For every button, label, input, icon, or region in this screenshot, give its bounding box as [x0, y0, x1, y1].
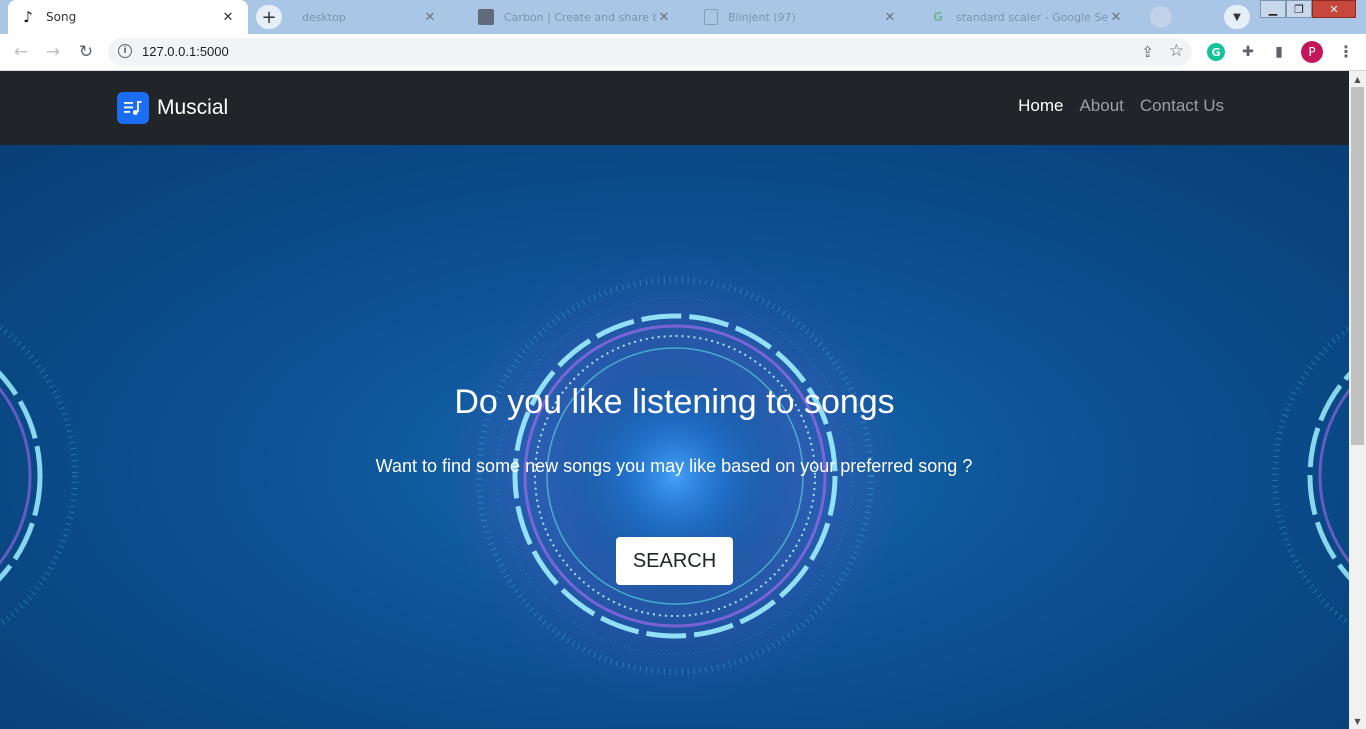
- tab-search-chevron-icon[interactable]: ▼: [1224, 5, 1250, 29]
- new-tab-button[interactable]: +: [256, 5, 282, 29]
- side-panel-icon[interactable]: ▮: [1270, 43, 1288, 61]
- page-scrollbar[interactable]: ▲ ▼: [1349, 71, 1366, 729]
- address-bar[interactable]: i 127.0.0.1:5000 ⇪ ☆: [108, 38, 1192, 66]
- tab-title: standard scaler - Google Sea...: [956, 10, 1108, 24]
- close-icon[interactable]: ✕: [656, 10, 672, 25]
- restore-icon[interactable]: ❐: [1286, 0, 1312, 18]
- tab-desktop[interactable]: desktop ✕: [290, 0, 450, 34]
- tab-title: Blinjent (97): [728, 10, 796, 24]
- page-icon: [704, 9, 718, 25]
- tab-title: Song: [46, 10, 77, 24]
- nav-home-link[interactable]: Home: [1018, 96, 1063, 116]
- browser-toolbar: ← → ↻ i 127.0.0.1:5000 ⇪ ☆ G ✚ ▮ P ⋮: [0, 34, 1366, 71]
- close-icon[interactable]: ✕: [1108, 10, 1124, 25]
- window-close-icon[interactable]: ✕: [1312, 0, 1356, 18]
- nav-contact-link[interactable]: Contact Us: [1140, 96, 1224, 116]
- hero-section: Do you like listening to songs Want to f…: [0, 145, 1349, 729]
- bookmark-star-icon[interactable]: ☆: [1169, 41, 1184, 61]
- browser-tab-strip: ♪ Song ✕ + desktop ✕ Carbon | Create and…: [0, 0, 1366, 34]
- playlist-music-icon: [117, 92, 149, 124]
- scrollbar-thumb[interactable]: [1351, 87, 1364, 445]
- music-note-icon: ♪: [23, 8, 33, 26]
- tab-google-search[interactable]: G standard scaler - Google Sea... ✕: [918, 0, 1136, 34]
- share-icon[interactable]: ⇪: [1141, 43, 1154, 61]
- brand[interactable]: Muscial: [117, 92, 228, 124]
- tab-song[interactable]: ♪ Song ✕: [8, 0, 248, 34]
- grammarly-extension-icon[interactable]: G: [1207, 43, 1225, 61]
- search-button[interactable]: SEARCH: [616, 537, 733, 585]
- nav-links: Home About Contact Us: [1018, 96, 1224, 116]
- site-navbar: Muscial Home About Contact Us: [0, 71, 1349, 145]
- extensions-puzzle-icon[interactable]: ✚: [1239, 43, 1257, 61]
- tab-carbon[interactable]: Carbon | Create and share be... ✕: [466, 0, 684, 34]
- site-info-icon[interactable]: i: [118, 44, 132, 58]
- hero-background-art: [0, 246, 1349, 706]
- tab-blinjent[interactable]: Blinjent (97) ✕: [692, 0, 910, 34]
- back-arrow-icon[interactable]: ←: [10, 41, 32, 63]
- address-url[interactable]: 127.0.0.1:5000: [142, 44, 229, 59]
- close-icon[interactable]: ✕: [882, 10, 898, 25]
- close-icon[interactable]: ✕: [220, 10, 236, 25]
- hero-subtitle: Want to find some new songs you may like…: [375, 456, 973, 476]
- forward-arrow-icon[interactable]: →: [42, 41, 64, 63]
- scroll-down-arrow-icon[interactable]: ▼: [1349, 713, 1366, 729]
- google-icon: G: [933, 10, 943, 24]
- browser-menu-icon[interactable]: ⋮: [1338, 42, 1354, 61]
- close-icon[interactable]: ✕: [422, 10, 438, 25]
- tab-title: desktop: [302, 10, 346, 24]
- brand-name: Muscial: [157, 96, 229, 119]
- carbon-icon: [478, 9, 494, 25]
- profile-avatar[interactable]: P: [1301, 41, 1323, 63]
- window-controls: ▁ ❐ ✕: [1260, 0, 1356, 18]
- hero-title: Do you like listening to songs: [454, 383, 895, 421]
- scroll-up-arrow-icon[interactable]: ▲: [1349, 71, 1366, 87]
- page-viewport: Muscial Home About Contact Us Do you lik…: [0, 71, 1349, 729]
- tab-group-icon: [1150, 6, 1172, 28]
- minimize-icon[interactable]: ▁: [1260, 0, 1286, 18]
- tab-title: Carbon | Create and share be...: [504, 10, 656, 24]
- nav-about-link[interactable]: About: [1079, 96, 1123, 116]
- reload-icon[interactable]: ↻: [75, 41, 97, 63]
